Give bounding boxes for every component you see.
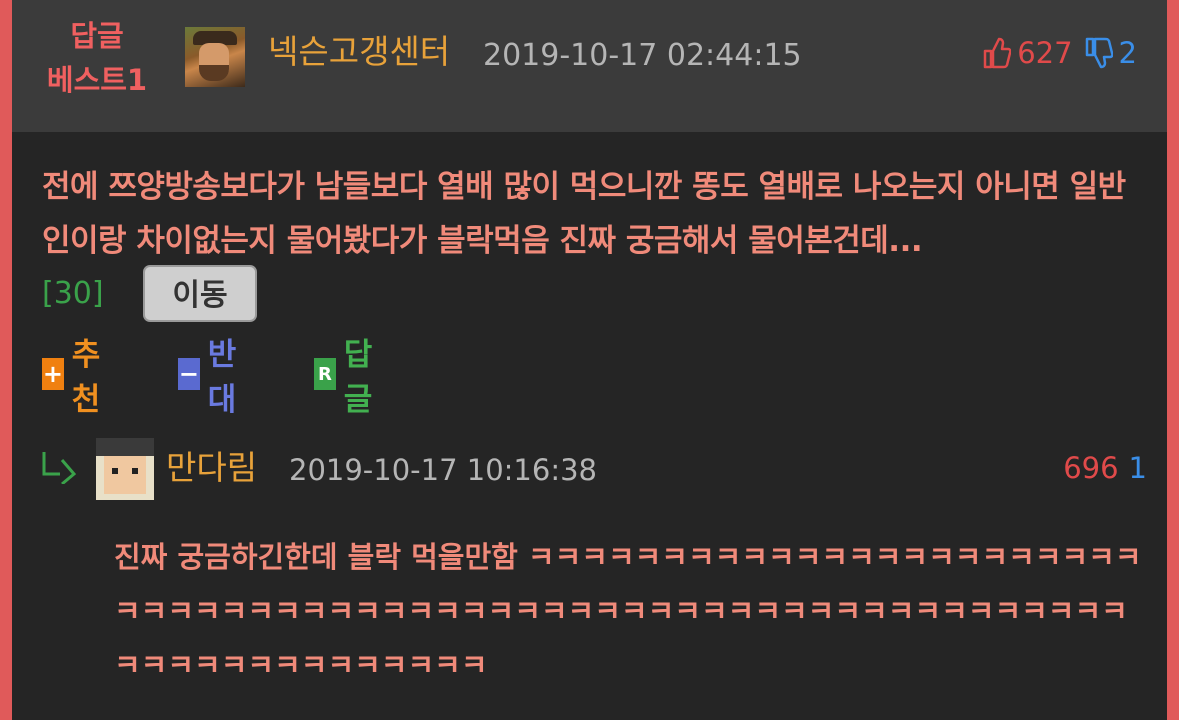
reply-arrow-icon — [42, 452, 77, 484]
recommend-button[interactable]: + 추천 — [42, 337, 111, 418]
plus-icon: + — [42, 358, 64, 390]
badge-line-2: 베스트1 — [46, 63, 148, 97]
reply-author-nickname[interactable]: 만다림 — [166, 446, 257, 490]
reply-upvote-count: 696 — [1063, 451, 1119, 485]
reply-vote-counts: 696 1 — [1063, 448, 1147, 488]
move-button[interactable]: 이동 — [143, 265, 257, 322]
avatar-beard — [199, 65, 229, 81]
vote-counts: 627 2 — [983, 32, 1137, 74]
reply-timestamp: 2019-10-17 10:16:38 — [289, 453, 597, 487]
downvote-count: 2 — [1118, 36, 1137, 70]
avatar-eye — [132, 468, 138, 474]
comment-body: 전에 쯔양방송보다가 남들보다 열배 많이 먹으니깐 똥도 열배로 나오는지 아… — [42, 169, 1126, 259]
oppose-label: 반대 — [207, 337, 237, 418]
upvote-count: 627 — [1017, 36, 1073, 70]
badge-line-1: 답글 — [70, 19, 124, 53]
author-nickname[interactable]: 넥슨고갱센터 — [268, 30, 450, 74]
reply-button[interactable]: R 답글 — [314, 337, 383, 418]
thumbs-down-icon[interactable] — [1085, 37, 1113, 69]
avatar-eye — [112, 468, 118, 474]
minus-icon: − — [178, 358, 200, 390]
thumbs-up-icon[interactable] — [983, 37, 1012, 69]
reply-count: [30] — [42, 276, 104, 311]
reply-downvote-count: 1 — [1128, 451, 1147, 485]
comment-header: 답글 베스트1 넥슨고갱센터 2019-10-17 02:44:15 627 2 — [12, 0, 1167, 132]
reply-r-icon: R — [314, 358, 336, 390]
author-avatar[interactable] — [185, 27, 245, 87]
reply-body: 진짜 궁금하긴한데 블락 먹을만함 ㅋㅋㅋㅋㅋㅋㅋㅋㅋㅋㅋㅋㅋㅋㅋㅋㅋㅋㅋㅋㅋㅋ… — [114, 540, 1142, 682]
avatar-cap — [96, 438, 154, 456]
oppose-button[interactable]: − 반대 — [178, 337, 247, 418]
post-timestamp: 2019-10-17 02:44:15 — [483, 38, 802, 73]
reply-author-avatar[interactable] — [96, 438, 154, 500]
reply-label: 답글 — [343, 337, 373, 418]
best-reply-badge: 답글 베스트1 — [38, 14, 156, 102]
avatar-face — [104, 456, 146, 494]
recommend-label: 추천 — [71, 337, 101, 418]
